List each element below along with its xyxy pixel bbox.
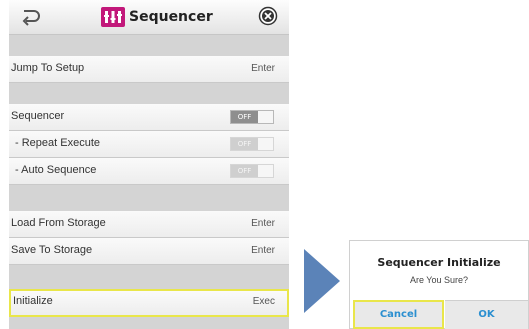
arrow-right-icon (304, 249, 340, 313)
jump-to-setup-value: Enter (251, 63, 275, 74)
title-bar: Sequencer (9, 0, 289, 35)
jump-to-setup-label: Jump To Setup (11, 62, 85, 74)
auto-sequence-toggle: OFF (230, 164, 274, 178)
cancel-button[interactable]: Cancel (353, 300, 444, 329)
sequencer-label: Sequencer (11, 110, 65, 122)
sequencer-row[interactable]: Sequencer OFF (9, 104, 289, 131)
dialog-message: Are You Sure? (409, 275, 469, 285)
section-gap (9, 185, 289, 211)
section-gap (9, 265, 289, 289)
save-to-storage-value: Enter (251, 245, 275, 256)
save-to-storage-row[interactable]: Save To Storage Enter (9, 238, 289, 265)
sequencer-toggle[interactable]: OFF (230, 110, 274, 124)
repeat-execute-label: - Repeat Execute (15, 137, 100, 149)
toggle-state: OFF (231, 111, 258, 123)
initialize-dialog: Sequencer Initialize Are You Sure? Cance… (349, 240, 529, 329)
repeat-execute-toggle: OFF (230, 137, 274, 151)
toggle-state: OFF (231, 138, 258, 150)
repeat-execute-row: - Repeat Execute OFF (9, 131, 289, 158)
page-title: Sequencer (129, 9, 213, 25)
sequencer-icon (101, 7, 125, 27)
ok-button[interactable]: OK (445, 300, 528, 329)
section-gap (9, 35, 289, 56)
auto-sequence-label: - Auto Sequence (15, 164, 97, 176)
section-gap (9, 83, 289, 104)
initialize-value: Exec (252, 296, 275, 307)
sequencer-panel: Sequencer Jump To Setup Enter Sequencer … (9, 0, 289, 329)
jump-to-setup-row[interactable]: Jump To Setup Enter (9, 56, 289, 83)
save-to-storage-label: Save To Storage (11, 244, 93, 256)
section-gap (9, 317, 289, 329)
toggle-state: OFF (231, 165, 258, 177)
initialize-row[interactable]: Initialize Exec (9, 289, 289, 317)
back-arrow-icon[interactable] (19, 7, 41, 27)
load-from-storage-label: Load From Storage (11, 217, 106, 229)
dialog-title: Sequencer Initialize (377, 256, 501, 269)
load-from-storage-value: Enter (251, 218, 275, 229)
close-icon[interactable] (258, 6, 278, 26)
stage: Sequencer Jump To Setup Enter Sequencer … (0, 0, 529, 329)
load-from-storage-row[interactable]: Load From Storage Enter (9, 211, 289, 238)
auto-sequence-row: - Auto Sequence OFF (9, 158, 289, 185)
initialize-label: Initialize (13, 295, 53, 307)
